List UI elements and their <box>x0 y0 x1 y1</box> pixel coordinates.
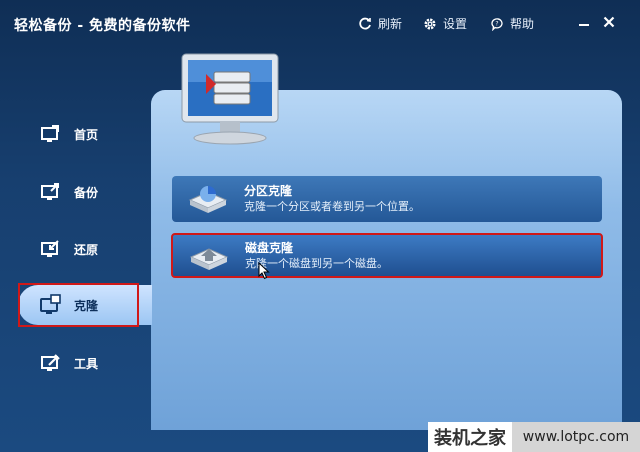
refresh-icon <box>359 17 371 29</box>
card-description: 克隆一个分区或者卷到另一个位置。 <box>244 200 420 213</box>
svg-text:?: ? <box>495 20 498 27</box>
settings-button[interactable]: 设置 <box>423 15 467 32</box>
disk-clone-icon <box>187 238 231 274</box>
clone-monitor-illustration <box>178 52 282 146</box>
partition-clone-icon <box>186 181 230 217</box>
help-button[interactable]: ? 帮助 <box>490 15 534 32</box>
sidebar-item-restore[interactable]: 还原 <box>18 229 140 269</box>
watermark-brand: 装机之家 <box>428 422 512 452</box>
title-bar: 轻松备份 - 免费的备份软件 刷新 设置 ? 帮助 <box>0 0 640 50</box>
gear-icon <box>424 18 436 29</box>
minimize-button[interactable] <box>576 14 592 30</box>
restore-icon <box>40 238 62 260</box>
card-title: 磁盘克隆 <box>245 240 294 255</box>
watermark: 装机之家 www.lotpc.com <box>428 422 640 452</box>
help-label: 帮助 <box>510 17 535 31</box>
settings-label: 设置 <box>443 17 468 31</box>
refresh-label: 刷新 <box>378 17 403 31</box>
close-button[interactable] <box>601 14 617 30</box>
disk-clone-card[interactable]: 磁盘克隆 克隆一个磁盘到另一个磁盘。 <box>171 233 603 278</box>
app-title: 轻松备份 - 免费的备份软件 <box>14 18 191 34</box>
partition-clone-card[interactable]: 分区克隆 克隆一个分区或者卷到另一个位置。 <box>172 176 602 222</box>
close-icon <box>603 16 615 28</box>
sidebar-item-clone[interactable]: 克隆 <box>18 285 152 325</box>
sidebar-item-label: 还原 <box>74 242 99 257</box>
clone-icon <box>40 294 62 316</box>
sidebar-item-label: 克隆 <box>74 298 99 313</box>
sidebar-item-backup[interactable]: 备份 <box>18 172 140 212</box>
watermark-url: www.lotpc.com <box>512 422 640 452</box>
sidebar-item-tools[interactable]: 工具 <box>18 343 140 383</box>
help-icon: ? <box>491 17 503 31</box>
minimize-icon <box>579 24 589 26</box>
tools-icon <box>40 352 62 374</box>
sidebar-item-label: 工具 <box>74 356 99 371</box>
sidebar-item-label: 首页 <box>74 127 99 142</box>
mouse-cursor-icon <box>258 262 270 280</box>
sidebar-item-home[interactable]: 首页 <box>18 114 140 154</box>
sidebar-item-label: 备份 <box>74 185 99 200</box>
card-title: 分区克隆 <box>244 184 293 198</box>
home-icon <box>40 123 62 145</box>
refresh-button[interactable]: 刷新 <box>358 15 402 32</box>
backup-icon <box>40 181 62 203</box>
